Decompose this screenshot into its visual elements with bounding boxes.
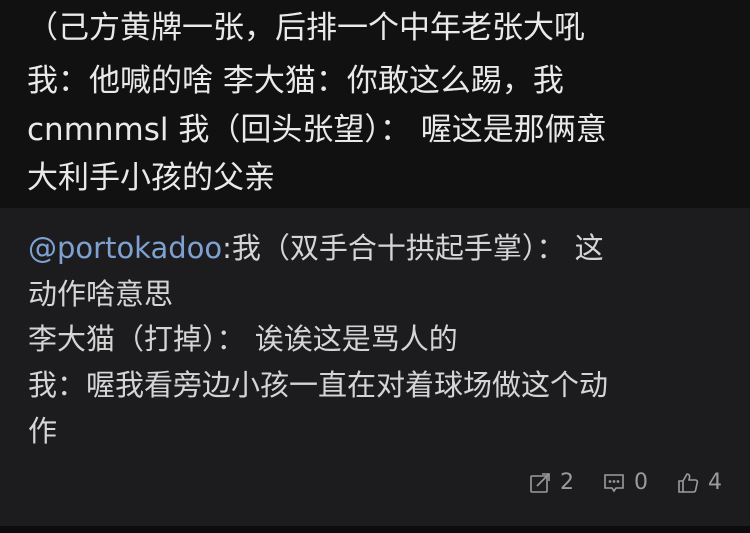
share-icon: [530, 472, 550, 493]
comment-line-5: 作: [28, 414, 58, 448]
like-count: 4: [708, 470, 722, 495]
bottom-divider: [0, 526, 750, 533]
comment-count: 0: [634, 470, 648, 495]
comment-line-1-text: :我（双手合十拱起手掌）： 这: [222, 231, 604, 265]
comment-line-4: 我：喔我看旁边小孩一直在对着球场做这个动: [28, 368, 609, 402]
thumbs-up-icon: [678, 472, 699, 493]
share-button[interactable]: 2: [528, 470, 574, 495]
comment-button[interactable]: 0: [602, 470, 648, 495]
post-body: （己方黄牌一张，后排一个中年老张大吼 我：他喊的啥 李大猫：你敢这么踢，我 cn…: [0, 0, 750, 208]
like-button[interactable]: 4: [676, 470, 722, 495]
action-bar: 2 0 4: [528, 470, 722, 495]
post-line-3: cnmnmsl 我（回头张望）： 喔这是那俩意: [27, 112, 607, 148]
post-line-2: 我：他喊的啥 李大猫：你敢这么踢，我: [27, 63, 564, 99]
quoted-comment: @portokadoo:我（双手合十拱起手掌）： 这 动作啥意思 李大猫（打掉）…: [0, 208, 750, 526]
comment-icon: [604, 473, 624, 492]
post-line-1: （己方黄牌一张，后排一个中年老张大吼: [27, 10, 585, 46]
comment-line-3: 李大猫（打掉）： 诶诶这是骂人的: [28, 322, 458, 356]
share-count: 2: [560, 470, 574, 495]
post-line-4: 大利手小孩的父亲: [27, 160, 275, 196]
comment-line-2: 动作啥意思: [28, 277, 174, 311]
user-mention-link[interactable]: @portokadoo: [28, 231, 222, 265]
post-page: （己方黄牌一张，后排一个中年老张大吼 我：他喊的啥 李大猫：你敢这么踢，我 cn…: [0, 0, 750, 533]
comment-line-1: @portokadoo:我（双手合十拱起手掌）： 这: [28, 228, 604, 268]
